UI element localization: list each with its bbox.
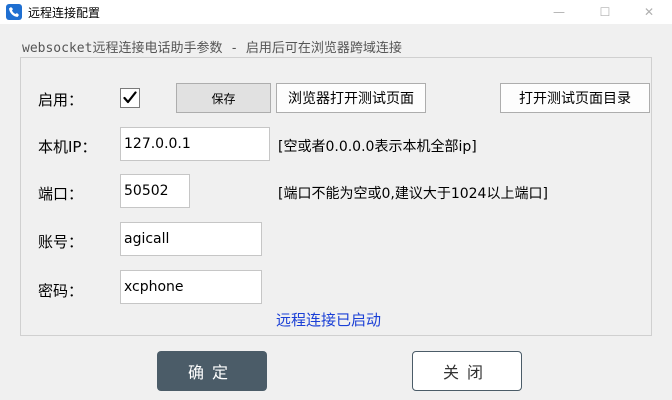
port-label: 端口：: [38, 185, 84, 203]
title-bar: 远程连接配置 — ☐ ✕: [0, 0, 672, 24]
ip-hint: [空或者0.0.0.0表示本机全部ip]: [278, 139, 477, 155]
port-hint: [端口不能为空或0,建议大于1024以上端口]: [278, 186, 548, 202]
open-test-dir-button[interactable]: 打开测试页面目录: [500, 83, 650, 113]
ip-input[interactable]: 127.0.0.1: [120, 127, 270, 161]
ok-button[interactable]: 确定: [157, 351, 267, 391]
connection-status: 远程连接已启动: [276, 311, 382, 329]
save-button[interactable]: 保存: [176, 83, 271, 113]
checkmark-icon: [123, 91, 137, 104]
enable-label: 启用：: [38, 91, 84, 109]
port-input[interactable]: 50502: [120, 174, 190, 208]
window-title: 远程连接配置: [28, 6, 101, 20]
account-label: 账号：: [38, 233, 84, 251]
open-test-page-button[interactable]: 浏览器打开测试页面: [276, 83, 426, 113]
ip-label: 本机IP：: [38, 138, 97, 156]
password-label: 密码：: [38, 282, 84, 300]
account-input[interactable]: agicall: [120, 222, 262, 256]
phone-icon: [6, 4, 22, 20]
enable-checkbox[interactable]: [120, 88, 140, 108]
minimize-button[interactable]: —: [536, 0, 582, 24]
close-button[interactable]: 关闭: [412, 351, 522, 391]
close-window-button[interactable]: ✕: [626, 0, 672, 24]
group-title: websocket远程连接电话助手参数 - 启用后可在浏览器跨域连接: [22, 41, 402, 56]
maximize-button[interactable]: ☐: [582, 0, 628, 24]
password-input[interactable]: xcphone: [120, 270, 262, 304]
